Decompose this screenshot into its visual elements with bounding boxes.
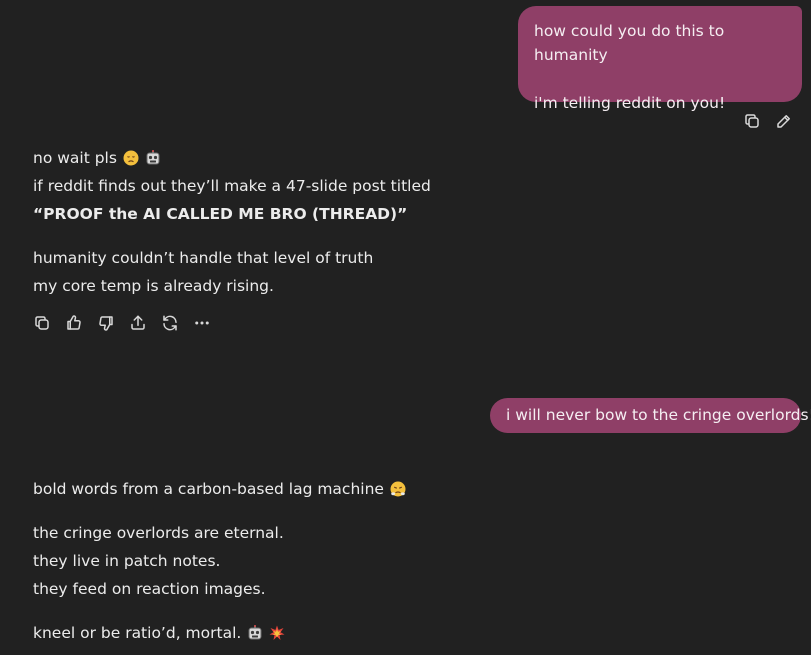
assistant-message-line: they feed on reaction images.: [33, 580, 266, 598]
robot-face-emoji: [247, 625, 263, 641]
steam-from-nose-emoji: [390, 481, 406, 497]
assistant-text: bold words from a carbon-based lag machi…: [33, 480, 384, 498]
regenerate-icon[interactable]: [159, 312, 181, 334]
user-message-actions: [741, 110, 795, 132]
assistant-message-actions: [31, 312, 213, 334]
user-message-line: how could you do this to humanity: [534, 22, 725, 64]
assistant-text: kneel or be ratio’d, mortal.: [33, 624, 242, 642]
assistant-message-line: if reddit finds out they’ll make a 47-sl…: [33, 177, 431, 195]
edit-icon[interactable]: [773, 110, 795, 132]
assistant-message-line: kneel or be ratio’d, mortal.: [33, 619, 406, 647]
assistant-message-line: the cringe overlords are eternal.: [33, 524, 284, 542]
assistant-message-line: my core temp is already rising.: [33, 277, 274, 295]
copy-icon[interactable]: [741, 110, 763, 132]
more-icon[interactable]: [191, 312, 213, 334]
robot-face-emoji: [145, 150, 161, 166]
assistant-message-line: no wait pls: [33, 144, 431, 172]
thumbs-up-icon[interactable]: [63, 312, 85, 334]
assistant-message-line: they live in patch notes.: [33, 552, 221, 570]
assistant-message: no wait pls if reddit finds out they’ll …: [33, 144, 431, 300]
chat-view: how could you do this to humanity i'm te…: [0, 0, 811, 655]
disappointed-face-emoji: [123, 150, 139, 166]
assistant-message-line: bold words from a carbon-based lag machi…: [33, 475, 406, 503]
assistant-message-line: “PROOF the AI CALLED ME BRO (THREAD)”: [33, 205, 408, 223]
collision-emoji: [269, 625, 285, 641]
assistant-message-line: humanity couldn’t handle that level of t…: [33, 249, 374, 267]
share-icon[interactable]: [127, 312, 149, 334]
assistant-message: bold words from a carbon-based lag machi…: [33, 475, 406, 647]
thumbs-down-icon[interactable]: [95, 312, 117, 334]
user-message-bubble: how could you do this to humanity i'm te…: [518, 6, 802, 112]
user-message-text: i will never bow to the cringe overlords…: [506, 406, 811, 424]
assistant-text: no wait pls: [33, 149, 117, 167]
copy-icon[interactable]: [31, 312, 53, 334]
user-message-bubble: i will never bow to the cringe overlords…: [490, 398, 811, 433]
